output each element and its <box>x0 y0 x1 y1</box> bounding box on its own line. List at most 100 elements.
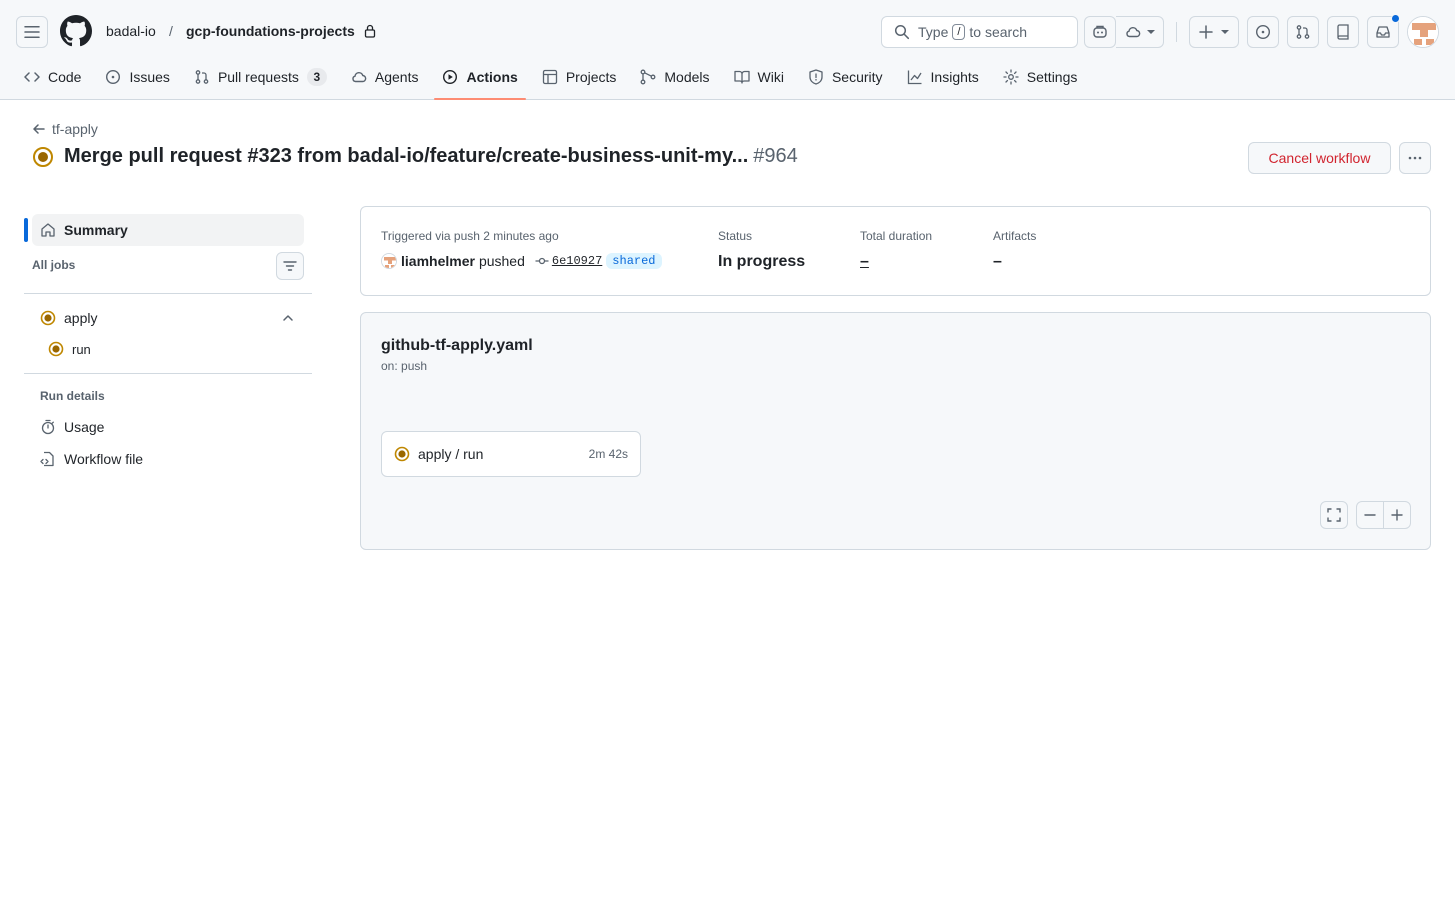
back-link-label: tf-apply <box>52 121 98 137</box>
tab-settings[interactable]: Settings <box>995 60 1086 94</box>
tab-label: Issues <box>129 69 170 85</box>
repo-nav: Code Issues Pull requests 3 Agents Actio… <box>16 60 1093 100</box>
in-progress-status-icon <box>40 310 56 326</box>
caret-down-icon <box>1146 30 1155 34</box>
tab-models[interactable]: Models <box>632 60 717 94</box>
repositories-button[interactable] <box>1327 16 1359 48</box>
sidebar-item-summary[interactable]: Summary <box>32 214 304 246</box>
job-node-apply-run[interactable]: apply / run 2m 42s <box>381 431 641 477</box>
breadcrumb-repo[interactable]: gcp-foundations-projects <box>186 23 355 39</box>
job-node-duration: 2m 42s <box>588 447 628 461</box>
run-title: Merge pull request #323 from badal-io/fe… <box>64 145 749 167</box>
tab-label: Pull requests <box>217 69 299 85</box>
sidebar-step-run[interactable]: run <box>48 341 91 357</box>
issue-icon <box>106 69 121 85</box>
commit-sha: 6e10927 <box>551 254 603 268</box>
actor-avatar[interactable] <box>381 253 397 269</box>
global-header: badal-io / gcp-foundations-projects Type… <box>0 0 1455 100</box>
cancel-workflow-button[interactable]: Cancel workflow <box>1248 142 1391 174</box>
filter-jobs-button[interactable] <box>276 252 304 280</box>
search-shortcut-key: / <box>952 24 966 40</box>
tab-pull-requests[interactable]: Pull requests 3 <box>186 60 335 94</box>
fullscreen-button[interactable] <box>1320 501 1348 529</box>
avatar-icon <box>382 254 396 268</box>
file-code-icon <box>40 451 54 467</box>
sidebar-item-label: Summary <box>64 222 128 238</box>
models-icon <box>640 69 656 85</box>
zoom-out-button[interactable] <box>1356 501 1384 529</box>
sidebar-item-usage[interactable]: Usage <box>40 419 104 435</box>
create-new-button[interactable] <box>1189 16 1239 48</box>
step-label: run <box>72 341 91 357</box>
status-value: In progress <box>718 253 806 270</box>
stopwatch-icon <box>41 419 55 435</box>
copilot-button[interactable] <box>1084 16 1116 48</box>
pull-requests-count-badge: 3 <box>306 68 327 86</box>
cloud-icon <box>1125 26 1140 38</box>
avatar-icon <box>1408 17 1438 47</box>
tab-insights[interactable]: Insights <box>899 60 987 94</box>
tab-label: Actions <box>466 69 518 85</box>
actor-link[interactable]: liamhelmer <box>401 253 475 269</box>
status-label: Status <box>718 229 753 243</box>
book-icon <box>733 70 750 84</box>
branch-badge[interactable]: shared <box>606 253 662 269</box>
search-suffix: to search <box>969 24 1028 40</box>
code-icon <box>24 72 40 82</box>
sidebar-divider <box>24 293 312 294</box>
run-details-heading: Run details <box>40 389 105 403</box>
chevron-up-icon[interactable] <box>281 311 295 325</box>
workflow-trigger: on: push <box>381 359 428 373</box>
agents-icon <box>352 71 367 83</box>
page-title: Merge pull request #323 from badal-io/fe… <box>32 145 798 168</box>
kebab-horizontal-icon <box>1408 156 1422 160</box>
job-label: apply <box>64 310 98 326</box>
back-to-workflow-link[interactable]: tf-apply <box>32 121 98 137</box>
plus-icon <box>1391 509 1403 521</box>
screen-full-icon <box>1327 508 1341 522</box>
tab-code[interactable]: Code <box>16 60 89 94</box>
tab-security[interactable]: Security <box>800 60 891 94</box>
menu-button[interactable] <box>16 16 48 48</box>
tab-issues[interactable]: Issues <box>97 60 177 94</box>
arrow-left-icon <box>33 124 45 134</box>
issue-icon <box>1255 24 1271 40</box>
inbox-icon <box>1376 26 1390 38</box>
commit-link[interactable]: 6e10927 <box>535 254 602 268</box>
tab-actions[interactable]: Actions <box>434 60 527 100</box>
search-input[interactable]: Type / to search <box>881 16 1078 48</box>
pull-requests-button[interactable] <box>1287 16 1319 48</box>
in-progress-status-icon <box>33 146 53 167</box>
tab-wiki[interactable]: Wiki <box>726 60 792 94</box>
artifacts-label: Artifacts <box>993 229 1037 243</box>
tab-label: Wiki <box>757 69 784 85</box>
active-indicator <box>24 218 28 242</box>
zoom-in-button[interactable] <box>1383 501 1411 529</box>
more-options-button[interactable] <box>1399 142 1431 174</box>
in-progress-status-icon <box>48 341 64 357</box>
copilot-dropdown-button[interactable] <box>1116 16 1164 48</box>
lock-icon <box>364 24 376 38</box>
filter-icon <box>283 261 297 271</box>
total-duration-value[interactable]: – <box>860 253 869 271</box>
issues-button[interactable] <box>1247 16 1279 48</box>
breadcrumb-owner[interactable]: badal-io <box>106 23 156 39</box>
sidebar-item-workflow-file[interactable]: Workflow file <box>40 451 143 467</box>
gear-icon <box>1003 69 1019 85</box>
tab-label: Code <box>48 69 82 85</box>
total-duration-label: Total duration <box>860 229 933 243</box>
caret-down-icon <box>1221 30 1229 34</box>
workflow-graph-card: github-tf-apply.yaml on: push apply / ru… <box>360 312 1431 550</box>
run-number: #964 <box>753 145 798 167</box>
tab-projects[interactable]: Projects <box>534 60 625 94</box>
tab-agents[interactable]: Agents <box>343 60 427 94</box>
user-avatar[interactable] <box>1407 16 1439 48</box>
sidebar-job-apply[interactable]: apply <box>40 308 304 328</box>
github-logo-icon[interactable] <box>60 15 92 47</box>
minus-icon <box>1364 514 1376 516</box>
workflow-file-name: github-tf-apply.yaml <box>381 337 533 354</box>
pull-request-icon <box>195 70 209 84</box>
breadcrumb-separator: / <box>169 23 173 39</box>
tab-label: Security <box>831 69 883 85</box>
sidebar-divider <box>24 373 312 374</box>
